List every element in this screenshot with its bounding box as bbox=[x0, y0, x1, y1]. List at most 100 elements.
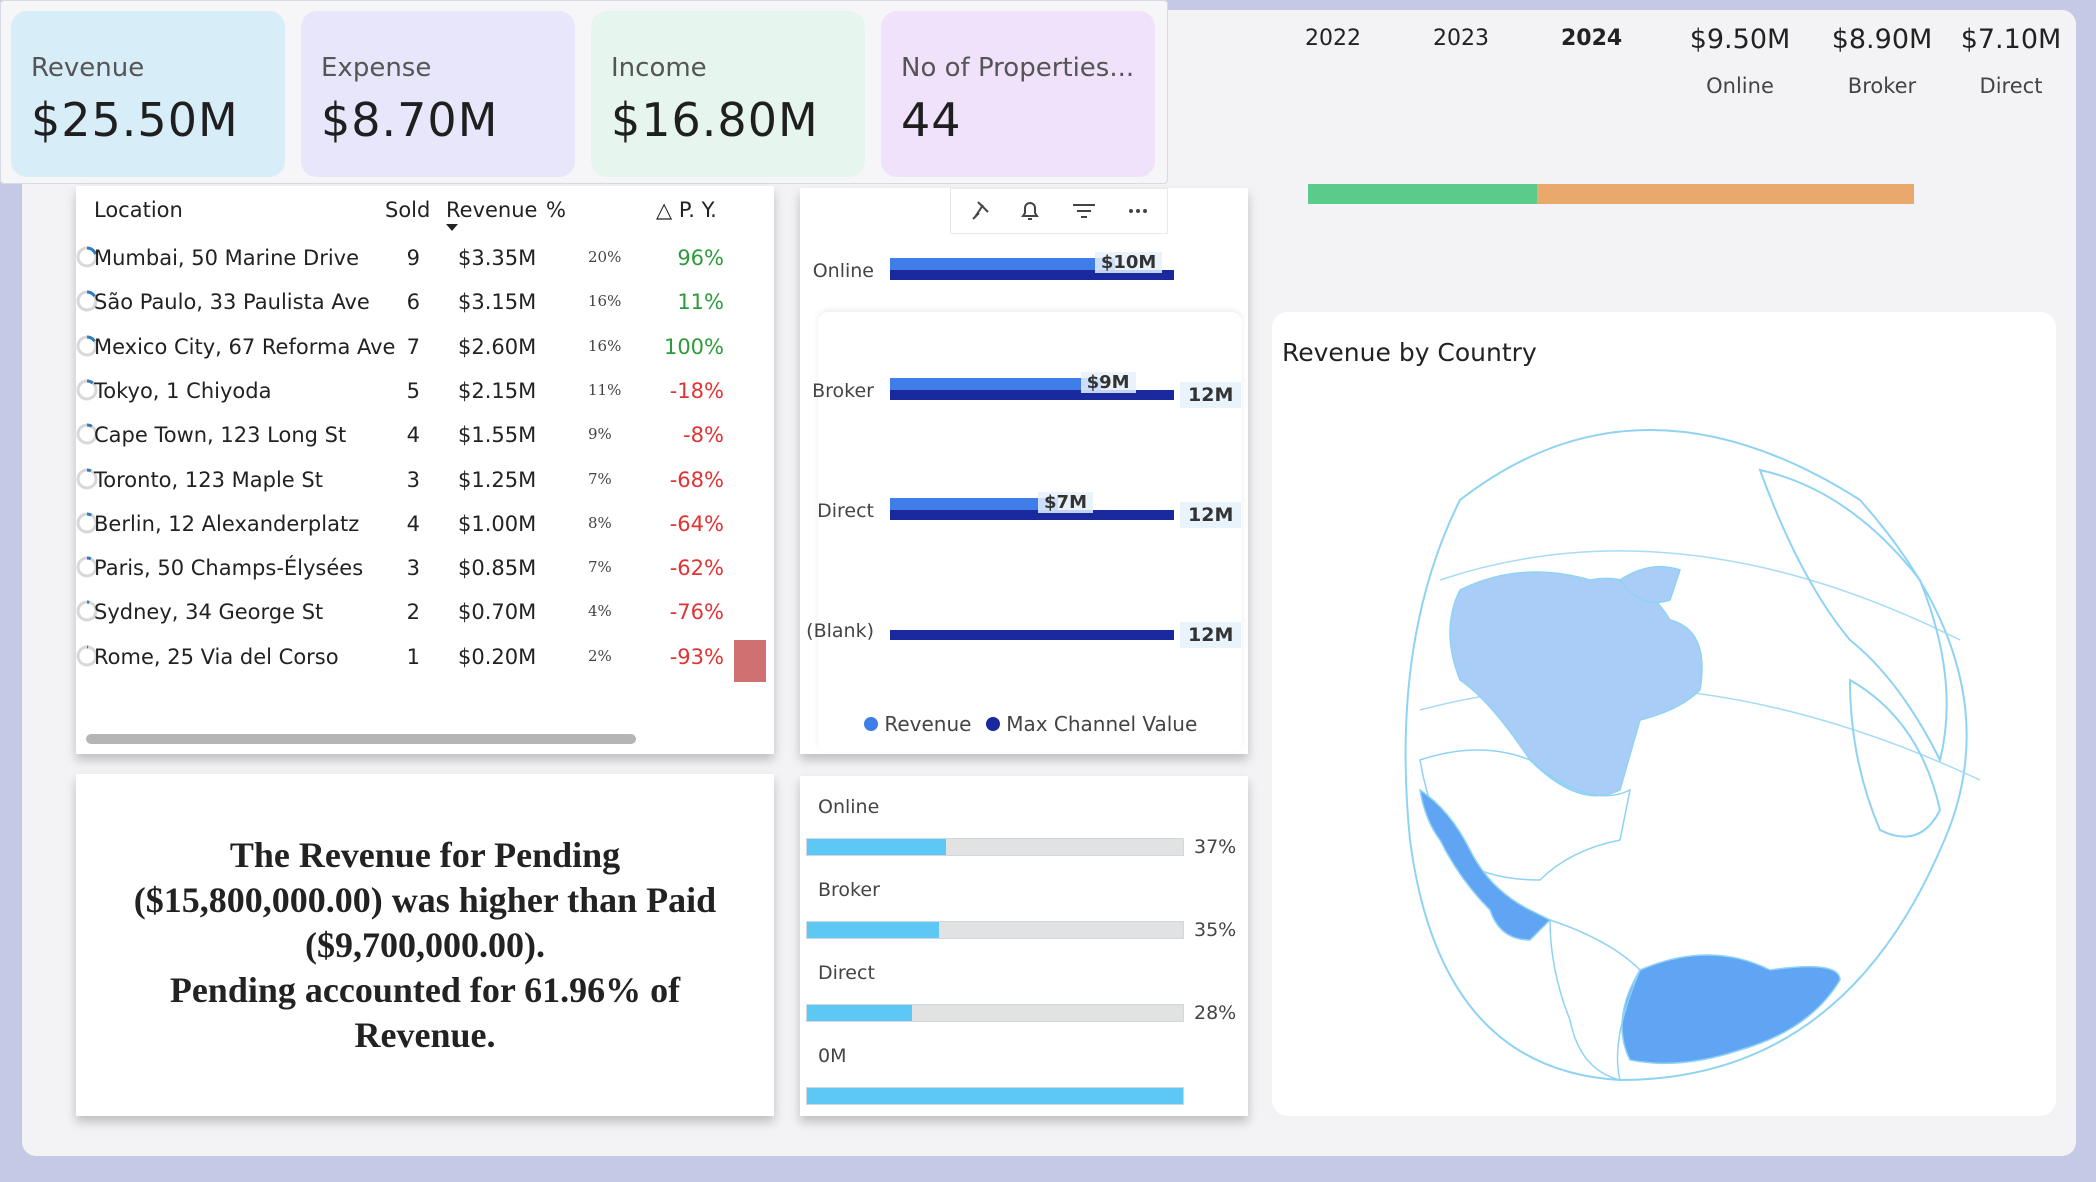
cell-pct: 7% bbox=[588, 469, 612, 488]
column-header-revenue[interactable]: Revenue bbox=[446, 198, 537, 222]
share-bar-pct: 28% bbox=[1194, 1002, 1237, 1024]
cell-location: Toronto, 123 Maple St bbox=[94, 467, 323, 492]
table-row[interactable]: Paris, 50 Champs-Élysées 3 $0.85M 7% -62% bbox=[76, 556, 776, 600]
more-icon[interactable] bbox=[1121, 197, 1155, 225]
max-channel-bar[interactable] bbox=[890, 630, 1174, 640]
max-data-label: 12M bbox=[1180, 502, 1242, 528]
cell-location: Tokyo, 1 Chiyoda bbox=[94, 378, 272, 403]
revenue-bar[interactable] bbox=[890, 378, 1101, 390]
year-2023-tab[interactable]: 2023 bbox=[1433, 26, 1489, 51]
share-bar-track[interactable] bbox=[806, 838, 1184, 856]
share-bar-label: Direct bbox=[818, 962, 875, 984]
cell-py: -93% bbox=[669, 644, 724, 669]
year-2024-tab[interactable]: 2024 bbox=[1561, 26, 1622, 51]
column-header-py[interactable]: △ P. Y. bbox=[656, 198, 717, 222]
cell-py: -62% bbox=[669, 556, 724, 581]
max-channel-bar[interactable] bbox=[890, 510, 1174, 520]
filter-icon[interactable] bbox=[1067, 197, 1101, 225]
channel-axis-label: (Blank) bbox=[806, 620, 874, 642]
cell-revenue: $0.85M bbox=[458, 556, 537, 581]
channel-axis-label: Online bbox=[812, 260, 874, 282]
revenue-data-label: $10M bbox=[1094, 252, 1163, 273]
kpi-label: Revenue bbox=[31, 53, 145, 83]
kpi-income-card[interactable]: Income $16.80M bbox=[591, 11, 865, 177]
bell-icon[interactable] bbox=[1013, 197, 1047, 225]
cell-location: São Paulo, 33 Paulista Ave bbox=[94, 290, 370, 315]
kpi-revenue-card[interactable]: Revenue $25.50M bbox=[11, 11, 285, 177]
cell-pct: 20% bbox=[588, 248, 622, 266]
progress-segment bbox=[1537, 184, 1914, 204]
cell-revenue: $0.20M bbox=[458, 644, 537, 669]
cell-py: -8% bbox=[683, 423, 724, 448]
horizontal-scrollbar[interactable] bbox=[86, 734, 636, 744]
table-row[interactable]: Tokyo, 1 Chiyoda 5 $2.15M 11% -18% bbox=[76, 379, 776, 423]
max-data-label: 12M bbox=[1180, 382, 1242, 408]
cell-sold: 4 bbox=[406, 511, 420, 536]
max-data-label: 12M bbox=[1180, 622, 1242, 648]
cell-revenue: $3.35M bbox=[458, 246, 537, 270]
table-row[interactable]: Toronto, 123 Maple St 3 $1.25M 7% -68% bbox=[76, 468, 776, 512]
kpi-label: Income bbox=[611, 53, 707, 83]
chart-legend: Revenue Max Channel Value bbox=[864, 712, 1197, 736]
kpi-properties-card[interactable]: No of Properties... 44 bbox=[881, 11, 1155, 177]
channel-share-card bbox=[800, 776, 1248, 1116]
pin-icon[interactable] bbox=[961, 197, 995, 225]
cell-sold: 2 bbox=[406, 600, 420, 625]
share-bar-pct: 35% bbox=[1194, 919, 1237, 941]
channel-axis-label: Broker bbox=[812, 380, 874, 402]
table-row[interactable]: Sydney, 34 George St 2 $0.70M 4% -76% bbox=[76, 600, 776, 644]
table-row[interactable]: Mexico City, 67 Reforma Ave 7 $2.60M 16% 100… bbox=[76, 335, 776, 379]
year-2022-tab[interactable]: 2022 bbox=[1305, 26, 1361, 51]
channel-broker-value: $8.90M bbox=[1831, 24, 1933, 55]
table-row[interactable]: Mumbai, 50 Marine Drive 9 $3.35M 20% 96% bbox=[76, 246, 776, 290]
cell-sold: 6 bbox=[406, 290, 420, 315]
revenue-data-label: $9M bbox=[1080, 372, 1136, 393]
kpi-expense-card[interactable]: Expense $8.70M bbox=[301, 11, 575, 177]
cell-location: Mumbai, 50 Marine Drive bbox=[94, 246, 360, 270]
table-row[interactable]: Berlin, 12 Alexanderplatz 4 $1.00M 8% -64% bbox=[76, 512, 776, 556]
cell-pct: 16% bbox=[588, 292, 622, 311]
legend-dot-revenue bbox=[864, 717, 878, 731]
table-row[interactable]: São Paulo, 33 Paulista Ave 6 $3.15M 16% 11% bbox=[76, 290, 776, 334]
cell-pct: 2% bbox=[588, 646, 612, 665]
country-brazil[interactable] bbox=[1621, 954, 1841, 1065]
column-header-sold[interactable]: Sold bbox=[385, 198, 430, 222]
cell-location: Paris, 50 Champs-Élysées bbox=[94, 556, 364, 581]
sort-desc-icon bbox=[446, 224, 458, 231]
share-bar-label: Online bbox=[818, 796, 880, 818]
column-header-location[interactable]: Location bbox=[94, 198, 183, 222]
revenue-bar[interactable] bbox=[890, 498, 1059, 510]
country-mexico[interactable] bbox=[1418, 788, 1552, 941]
cell-sold: 1 bbox=[406, 644, 420, 669]
narrative-line: Revenue. bbox=[354, 1014, 496, 1055]
cell-py: 100% bbox=[663, 334, 724, 359]
smart-narrative-text: The Revenue for Pending ($15,800,000.00)… bbox=[76, 774, 774, 1116]
legend-dot-max bbox=[985, 717, 1000, 731]
kpi-value: $25.50M bbox=[31, 93, 239, 147]
share-bar-track[interactable] bbox=[806, 1087, 1184, 1105]
table-row[interactable]: Rome, 25 Via del Corso 1 $0.20M 2% -93% bbox=[76, 645, 776, 689]
kpi-value: $8.70M bbox=[321, 93, 499, 147]
kpi-strip: Revenue $25.50M Expense $8.70M Income $1… bbox=[0, 0, 1168, 184]
share-bar-track[interactable] bbox=[806, 1004, 1184, 1022]
cell-sold: 3 bbox=[406, 467, 420, 492]
cell-location: Cape Town, 123 Long St bbox=[94, 423, 347, 448]
cell-py: 11% bbox=[677, 290, 724, 315]
globe-map[interactable] bbox=[1380, 380, 1990, 1100]
chart-toolbar bbox=[950, 188, 1168, 234]
cell-sold: 9 bbox=[406, 246, 420, 270]
share-bar-pct: 37% bbox=[1194, 836, 1237, 858]
channel-online-label: Online bbox=[1706, 74, 1774, 98]
cell-pct: 16% bbox=[588, 336, 622, 355]
country-canada[interactable] bbox=[1449, 571, 1703, 797]
cell-pct: 8% bbox=[588, 513, 612, 532]
channel-broker-label: Broker bbox=[1847, 74, 1917, 98]
share-bar-track[interactable] bbox=[806, 921, 1184, 939]
share-bar-fill bbox=[807, 1088, 1183, 1104]
column-header-pct[interactable]: % bbox=[546, 198, 566, 222]
map-title: Revenue by Country bbox=[1282, 338, 1537, 367]
table-row[interactable]: Cape Town, 123 Long St 4 $1.55M 9% -8% bbox=[76, 423, 776, 467]
revenue-bar[interactable] bbox=[890, 258, 1115, 270]
legend-label-revenue: Revenue bbox=[884, 712, 972, 736]
narrative-line: ($15,800,000.00) was higher than Paid bbox=[133, 879, 717, 920]
